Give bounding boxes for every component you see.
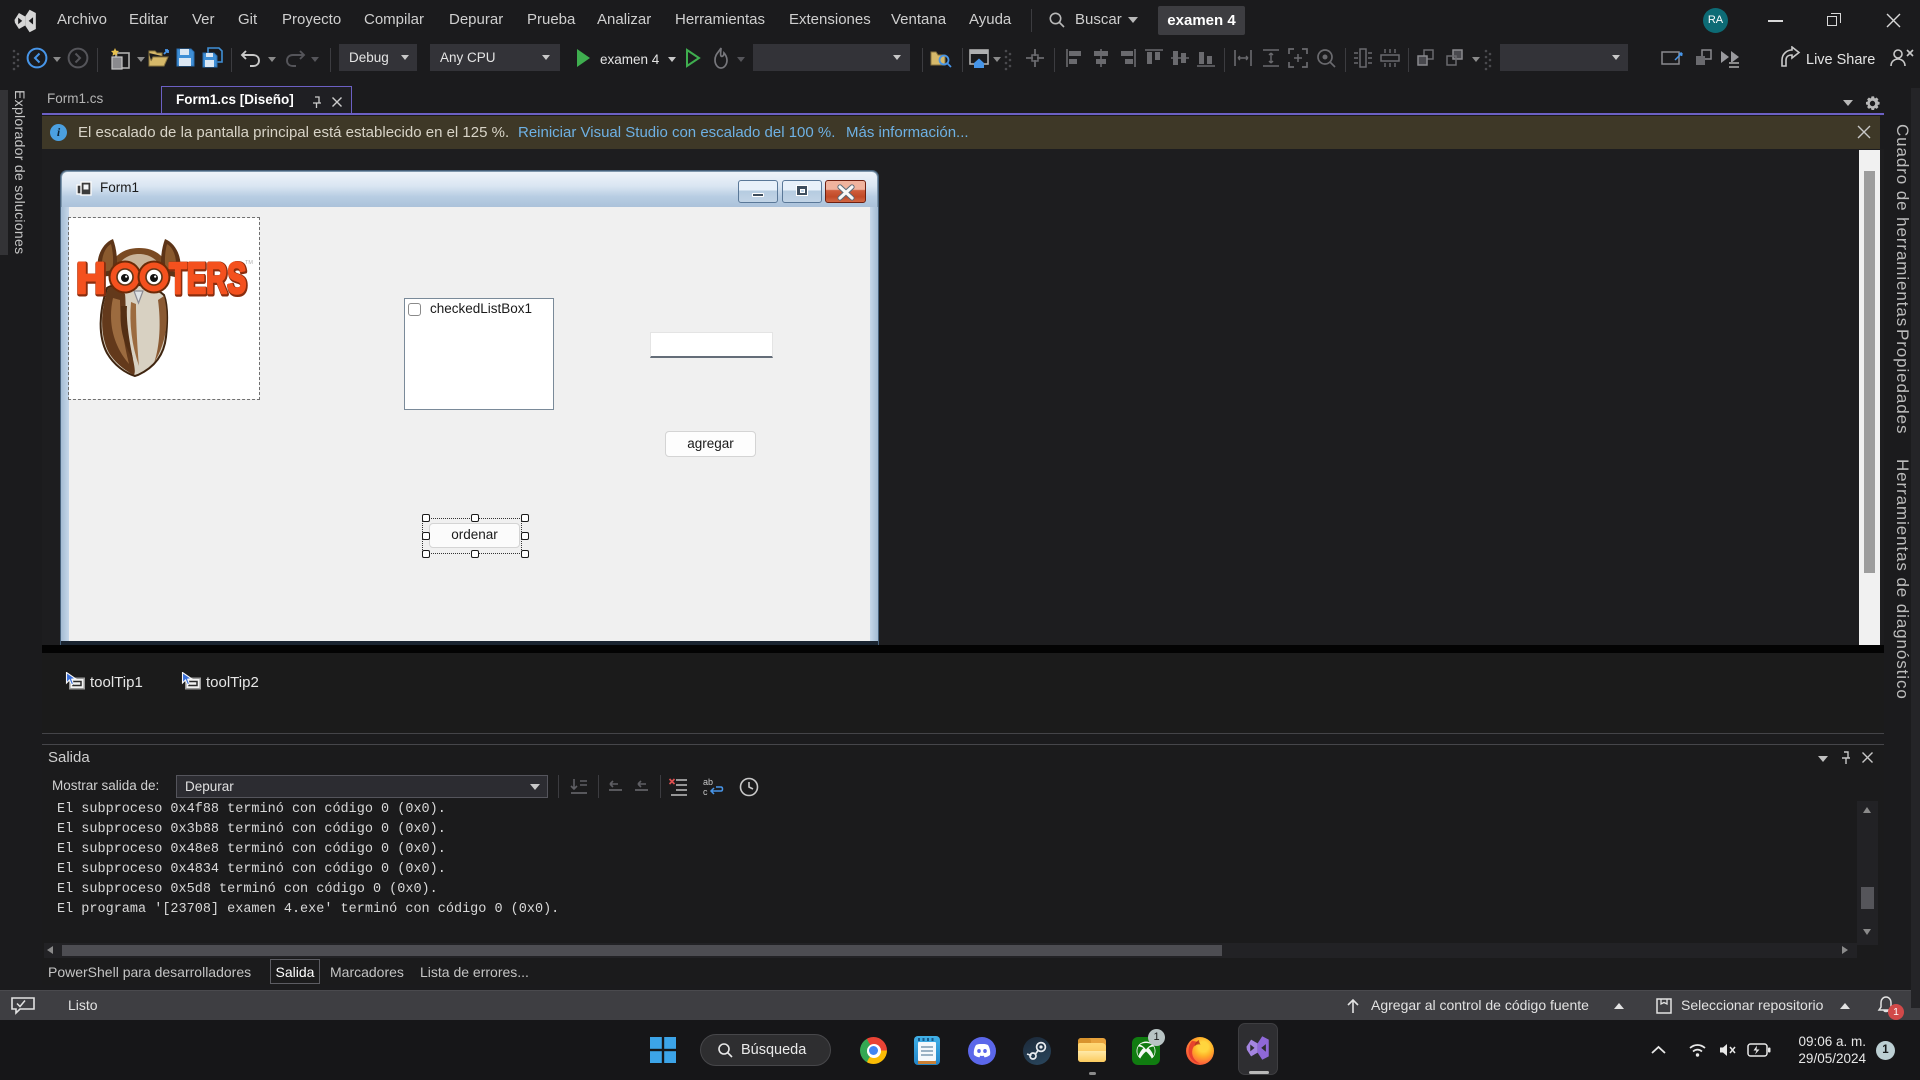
svg-text:TM: TM [245, 260, 253, 266]
svg-text:H: H [76, 255, 106, 304]
svg-text:ab: ab [703, 777, 713, 787]
svg-text:c: c [703, 787, 708, 797]
svg-text:TERS: TERS [169, 253, 246, 303]
